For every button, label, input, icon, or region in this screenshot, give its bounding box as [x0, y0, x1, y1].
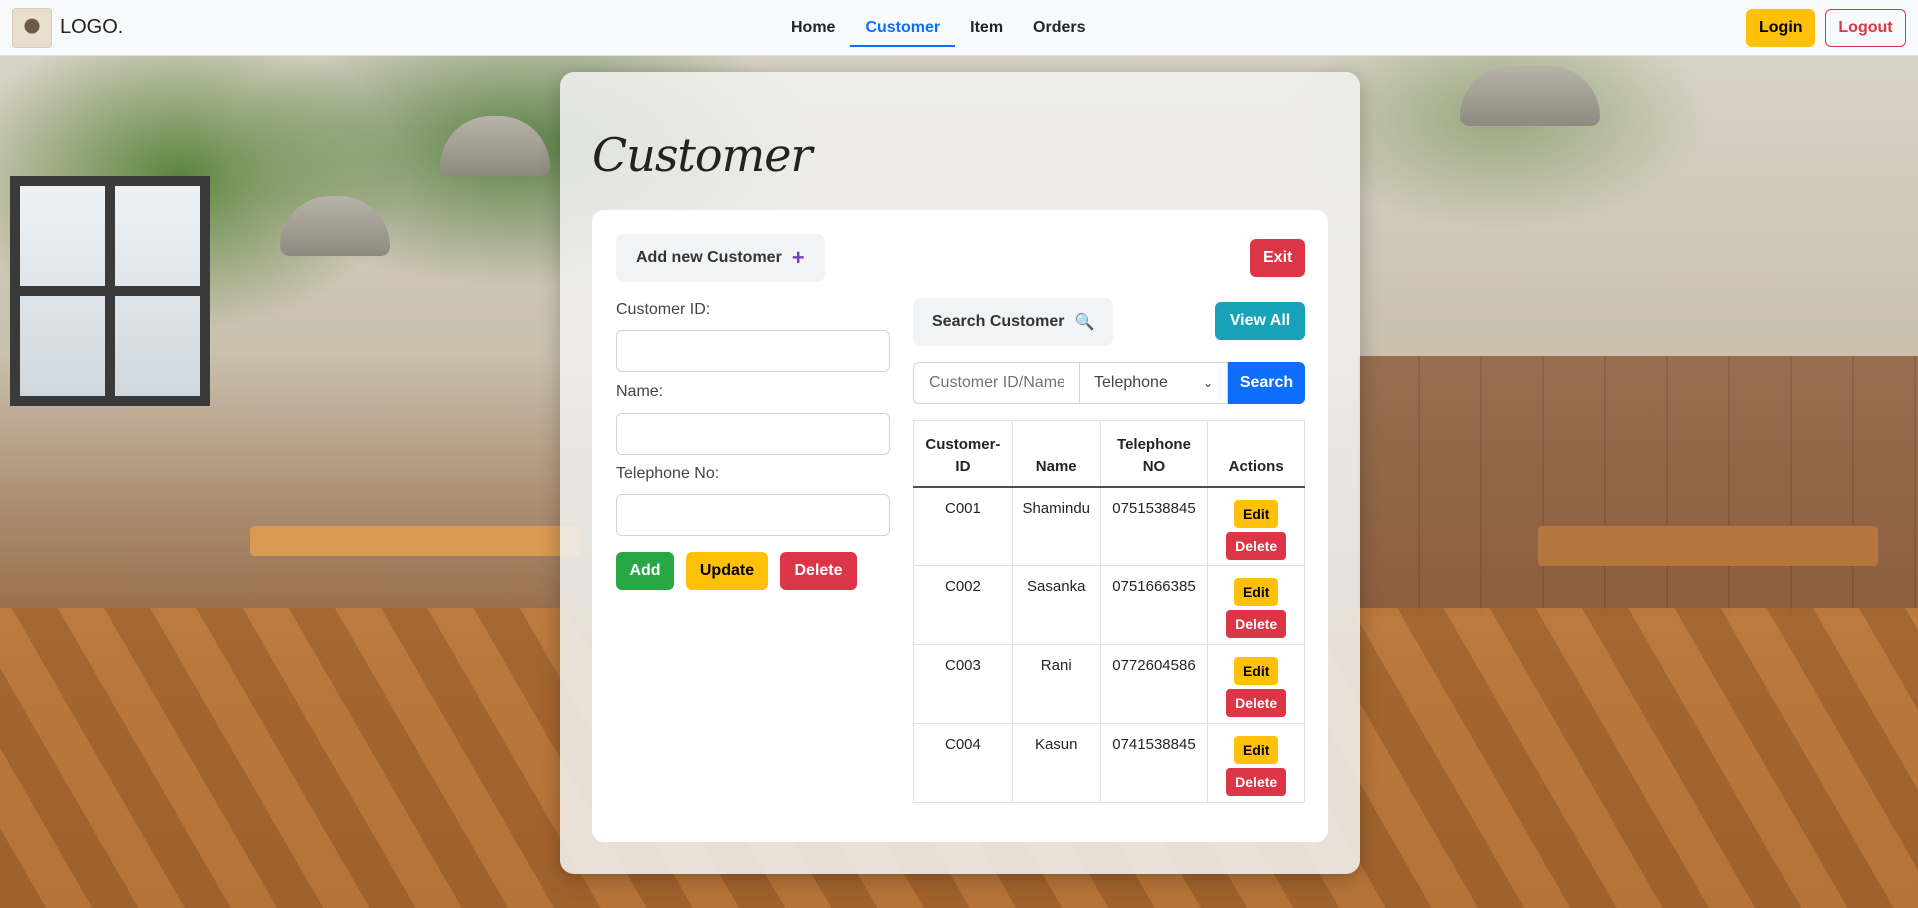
- cell-customer-id: C004: [913, 723, 1013, 803]
- row-edit-button[interactable]: Edit: [1233, 736, 1279, 764]
- search-filter-selected: Telephone: [1094, 374, 1168, 391]
- cell-telephone: 0772604586: [1099, 644, 1209, 724]
- page-title: Customer: [592, 128, 812, 182]
- nav-link-customer[interactable]: Customer: [850, 0, 955, 56]
- cell-customer-id: C003: [913, 644, 1013, 724]
- chevron-down-icon: ⌄: [1202, 376, 1213, 390]
- logout-button[interactable]: Logout: [1825, 9, 1906, 47]
- header-actions: Actions: [1207, 420, 1305, 488]
- exit-button[interactable]: Exit: [1250, 239, 1305, 277]
- background-table: [1538, 526, 1878, 566]
- background-lamp: [440, 116, 550, 176]
- update-button[interactable]: Update: [686, 552, 768, 590]
- nav-link-item[interactable]: Item: [955, 0, 1018, 56]
- customer-id-label: Customer ID:: [616, 301, 711, 318]
- view-all-button[interactable]: View All: [1215, 302, 1305, 340]
- row-edit-button[interactable]: Edit: [1233, 499, 1279, 528]
- magnifier-icon: 🔍: [1074, 314, 1095, 331]
- cell-telephone: 0741538845: [1099, 723, 1209, 803]
- table-row[interactable]: C001 Shamindu 0751538845 Edit Delete: [913, 486, 1305, 566]
- cell-actions: Edit Delete: [1207, 723, 1305, 803]
- table-row[interactable]: C002 Sasanka 0751666385 Edit Delete: [913, 565, 1305, 645]
- login-button[interactable]: Login: [1746, 9, 1815, 47]
- row-delete-button[interactable]: Delete: [1226, 768, 1287, 796]
- header-name: Name: [1011, 420, 1101, 488]
- cell-actions: Edit Delete: [1207, 644, 1305, 724]
- customer-id-input[interactable]: [616, 330, 890, 372]
- name-input[interactable]: [616, 413, 890, 455]
- header-customer-id: Customer-ID: [913, 420, 1013, 488]
- table-row[interactable]: C003 Rani 0772604586 Edit Delete: [913, 644, 1305, 724]
- row-delete-button[interactable]: Delete: [1226, 689, 1287, 717]
- add-new-customer-label: Add new Customer: [636, 249, 782, 266]
- brand[interactable]: LOGO.: [12, 7, 124, 48]
- header-telephone: Telephone NO: [1099, 420, 1209, 488]
- cell-name: Kasun: [1011, 723, 1101, 803]
- search-group: Telephone ⌄ Search: [913, 362, 1305, 404]
- customer-table: Customer-ID Name Telephone NO Actions C0…: [913, 420, 1305, 803]
- row-edit-button[interactable]: Edit: [1233, 578, 1279, 606]
- auth-buttons: Login Logout: [1746, 9, 1906, 47]
- top-navbar: LOGO. Home Customer Item Orders Login Lo…: [0, 0, 1918, 56]
- background-lamp: [1460, 66, 1600, 126]
- row-edit-button[interactable]: Edit: [1233, 657, 1279, 685]
- cell-customer-id: C001: [913, 486, 1013, 566]
- cell-name: Sasanka: [1011, 565, 1101, 645]
- cell-telephone: 0751538845: [1099, 486, 1209, 566]
- telephone-label: Telephone No:: [616, 465, 720, 482]
- cell-actions: Edit Delete: [1207, 486, 1305, 566]
- row-delete-button[interactable]: Delete: [1226, 610, 1287, 638]
- background-lamp: [280, 196, 390, 256]
- table-row[interactable]: C004 Kasun 0741538845 Edit Delete: [913, 723, 1305, 803]
- cell-telephone: 0751666385: [1099, 565, 1209, 645]
- brand-text: LOGO.: [60, 16, 124, 38]
- add-button[interactable]: Add: [616, 552, 674, 590]
- cell-customer-id: C002: [913, 565, 1013, 645]
- nav-link-orders[interactable]: Orders: [1018, 0, 1100, 56]
- cell-actions: Edit Delete: [1207, 565, 1305, 645]
- search-filter-select[interactable]: Telephone ⌄: [1079, 362, 1228, 404]
- row-delete-button[interactable]: Delete: [1226, 531, 1287, 560]
- table-header-row: Customer-ID Name Telephone NO Actions: [913, 420, 1305, 488]
- search-customer-header: Search Customer 🔍: [913, 298, 1114, 346]
- search-input[interactable]: [913, 362, 1079, 404]
- search-button[interactable]: Search: [1228, 362, 1305, 404]
- nav-links: Home Customer Item Orders: [776, 0, 1101, 56]
- delete-button[interactable]: Delete: [780, 552, 857, 590]
- cell-name: Shamindu: [1011, 486, 1101, 566]
- telephone-input[interactable]: [616, 494, 890, 536]
- brand-logo-icon: [12, 7, 52, 48]
- search-customer-label: Search Customer: [932, 313, 1065, 330]
- background-table: [250, 526, 580, 556]
- background-window: [10, 176, 210, 406]
- nav-link-home[interactable]: Home: [776, 0, 850, 56]
- add-new-customer-header: Add new Customer +: [616, 234, 825, 282]
- plus-icon: +: [791, 245, 805, 270]
- cell-name: Rani: [1011, 644, 1101, 724]
- background-brick-wall: [1358, 356, 1918, 616]
- name-label: Name:: [616, 383, 664, 400]
